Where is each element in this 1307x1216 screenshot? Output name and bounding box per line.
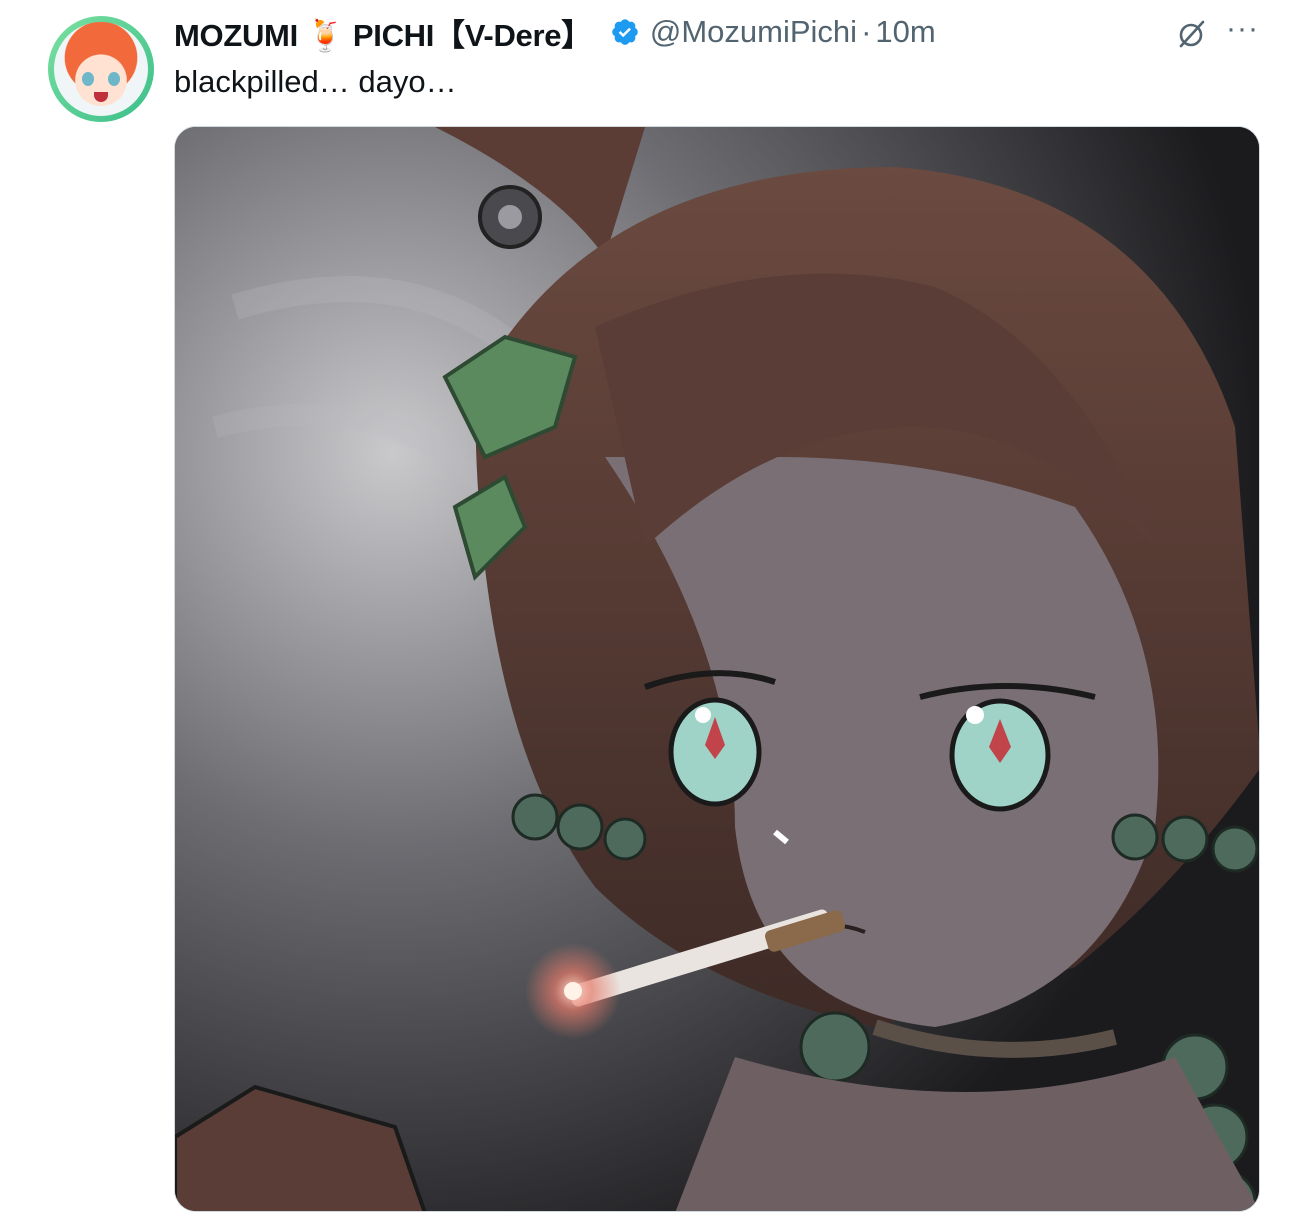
grok-icon[interactable] (1176, 18, 1208, 50)
anime-girl-illustration (175, 127, 1259, 1211)
author-handle[interactable]: @MozumiPichi (650, 14, 857, 50)
avatar-mouth (94, 92, 108, 102)
author-name[interactable]: MOZUMI 🍹 PICHI【V-Dere】 (174, 10, 592, 55)
tweet[interactable]: MOZUMI 🍹 PICHI【V-Dere】 @MozumiPichi · 10… (0, 0, 1307, 1216)
left-eye (668, 697, 762, 807)
tropical-drink-emoji: 🍹 (306, 17, 345, 53)
tweet-text: blackpilled… dayo… (174, 64, 457, 99)
author-avatar[interactable] (48, 16, 154, 122)
avatar-image (54, 22, 148, 116)
author-name-part1: MOZUMI (174, 17, 298, 53)
separator-dot: · (861, 14, 872, 49)
tweet-media-image[interactable] (174, 126, 1260, 1212)
right-eye (949, 698, 1051, 812)
author-name-part2: PICHI【V-Dere】 (352, 17, 592, 53)
tweet-timestamp[interactable]: 10m (875, 14, 935, 50)
avatar-eye-right (108, 72, 120, 86)
more-icon[interactable]: ··· (1226, 14, 1259, 44)
verified-badge-icon[interactable] (610, 17, 640, 47)
tweet-header: MOZUMI 🍹 PICHI【V-Dere】 @MozumiPichi · 10… (174, 10, 936, 54)
avatar-eye-left (82, 72, 94, 86)
